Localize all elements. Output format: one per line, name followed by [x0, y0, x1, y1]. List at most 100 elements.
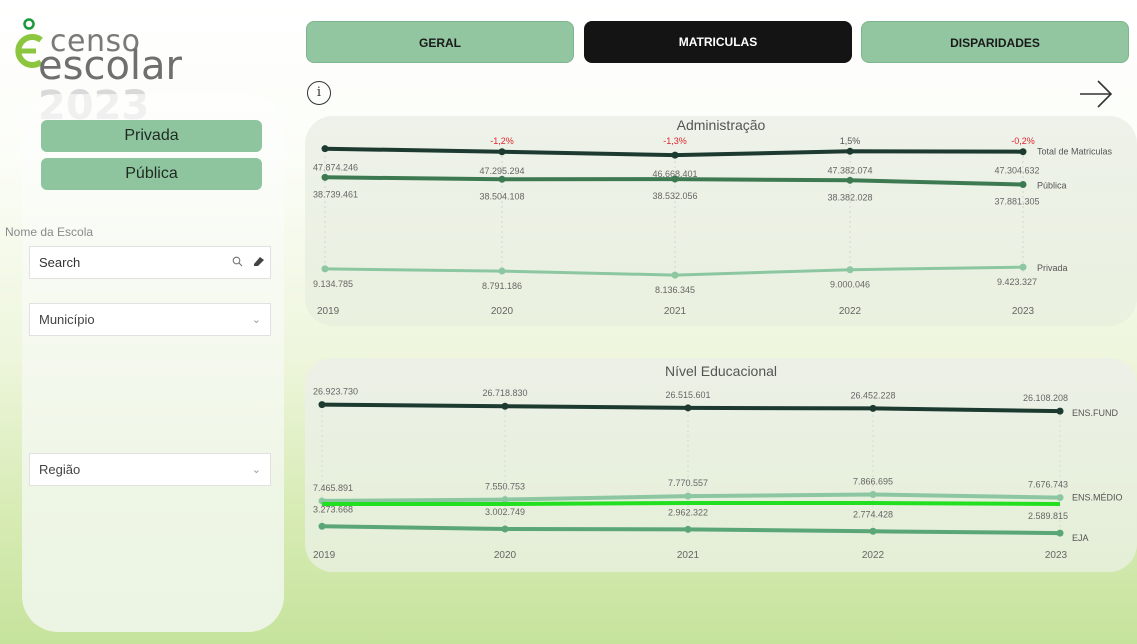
tab-geral[interactable]: GERAL: [306, 21, 574, 63]
school-search-input[interactable]: Search: [29, 246, 271, 279]
series-legend-label: Pública: [1037, 180, 1067, 190]
data-label: 26.515.601: [665, 390, 710, 400]
data-label: 2.962.322: [668, 507, 708, 517]
data-label: 7.465.891: [313, 483, 353, 493]
data-label: 47.295.294: [479, 166, 524, 176]
data-label: 26.452.228: [850, 390, 895, 400]
series-legend-label: ENS.MÉDIO: [1072, 493, 1123, 503]
x-tick-label: 2023: [1012, 306, 1035, 317]
eraser-icon[interactable]: [248, 256, 270, 270]
x-tick-label: 2022: [839, 306, 862, 317]
series-legend-label: Total de Matriculas: [1037, 147, 1113, 157]
data-label: 26.923.730: [313, 387, 358, 397]
data-point: [684, 525, 692, 533]
data-point: [498, 148, 506, 156]
x-tick-label: 2021: [664, 306, 687, 317]
data-point: [846, 147, 854, 155]
data-label: 38.739.461: [313, 189, 358, 199]
chevron-down-icon: ⌄: [251, 314, 261, 326]
x-tick-label: 2019: [313, 550, 336, 561]
data-label: 8.136.345: [655, 285, 695, 295]
data-point: [321, 265, 329, 273]
data-label: 7.770.557: [668, 478, 708, 488]
series-legend-label: EJA: [1072, 533, 1089, 543]
x-tick-label: 2019: [317, 306, 340, 317]
regiao-dropdown[interactable]: Região ⌄: [29, 453, 271, 486]
data-label: 7.676.743: [1028, 480, 1068, 490]
data-label: 37.881.305: [994, 196, 1039, 206]
data-label: 9.000.046: [830, 280, 870, 290]
data-point: [501, 402, 509, 410]
data-point: [684, 492, 692, 500]
data-point: [671, 271, 679, 279]
data-label: 47.304.632: [994, 166, 1039, 176]
variation-label: -0,2%: [1011, 136, 1035, 146]
data-point: [1056, 407, 1064, 415]
data-point: [1019, 180, 1027, 188]
tab-matriculas[interactable]: MATRICULAS: [584, 21, 852, 63]
search-placeholder: Search: [39, 255, 81, 270]
data-point: [498, 267, 506, 275]
data-point: [321, 173, 329, 181]
variation-label: 1,5%: [840, 136, 861, 146]
data-label: 26.718.830: [482, 388, 527, 398]
data-label: 2.589.815: [1028, 511, 1068, 521]
tab-disparidades[interactable]: DISPARIDADES: [861, 21, 1129, 63]
municipio-label: Município: [39, 312, 95, 327]
data-label: 2.774.428: [853, 509, 893, 519]
search-icon[interactable]: [226, 256, 248, 270]
series-legend-label: Privada: [1037, 263, 1068, 273]
data-point: [869, 491, 877, 499]
data-label: 38.504.108: [479, 191, 524, 201]
data-point: [318, 401, 326, 409]
data-label: 38.532.056: [652, 191, 697, 201]
data-point: [318, 522, 326, 530]
x-tick-label: 2022: [862, 550, 885, 561]
arrow-right-icon[interactable]: [1078, 78, 1114, 110]
data-label: 7.550.753: [485, 482, 525, 492]
variation-label: -1,2%: [490, 136, 514, 146]
administracao-chart: Administração47.874.246 47.295.294 46.668.…: [313, 117, 1113, 317]
data-label: 3.002.749: [485, 507, 525, 517]
privada-button[interactable]: Privada: [41, 120, 262, 152]
data-point: [1056, 494, 1064, 502]
nivel-educacional-chart: Nível Educacional 26.923.730 26.718.830 26.…: [313, 363, 1123, 561]
x-tick-label: 2020: [491, 306, 514, 317]
data-label: 47.382.074: [827, 165, 872, 175]
data-point: [846, 176, 854, 184]
data-point: [501, 525, 509, 533]
data-point: [671, 151, 679, 159]
chart-title: Nível Educacional: [665, 363, 777, 379]
chart-title: Administração: [677, 117, 766, 133]
x-tick-label: 2023: [1045, 550, 1068, 561]
data-point: [869, 404, 877, 412]
info-icon[interactable]: i: [307, 81, 331, 105]
data-point: [671, 175, 679, 183]
data-point: [1019, 148, 1027, 156]
data-point: [869, 527, 877, 535]
x-tick-label: 2020: [494, 550, 517, 561]
data-point: [498, 175, 506, 183]
variation-label: -1,3%: [663, 136, 687, 146]
data-label: 26.108.208: [1023, 393, 1068, 403]
censo-escolar-logo: censo escolar 2023: [8, 10, 258, 126]
regiao-label: Região: [39, 462, 81, 477]
series-legend-label: ENS.FUND: [1072, 408, 1119, 418]
data-label: 47.874.246: [313, 163, 358, 173]
data-point: [1056, 529, 1064, 537]
data-point: [846, 266, 854, 274]
data-point: [1019, 263, 1027, 271]
publica-button[interactable]: Pública: [41, 158, 262, 190]
data-label: 9.134.785: [313, 279, 353, 289]
school-name-label: Nome da Escola: [5, 225, 94, 239]
data-label: 8.791.186: [482, 281, 522, 291]
data-point: [321, 145, 329, 153]
chevron-down-icon: ⌄: [251, 464, 261, 476]
data-point: [684, 404, 692, 412]
data-label: 38.382.028: [827, 192, 872, 202]
municipio-dropdown[interactable]: Município ⌄: [29, 303, 271, 336]
x-tick-label: 2021: [677, 550, 700, 561]
series-highlight-line: [322, 501, 1061, 506]
data-label: 9.423.327: [997, 277, 1037, 287]
data-label: 7.866.695: [853, 477, 893, 487]
